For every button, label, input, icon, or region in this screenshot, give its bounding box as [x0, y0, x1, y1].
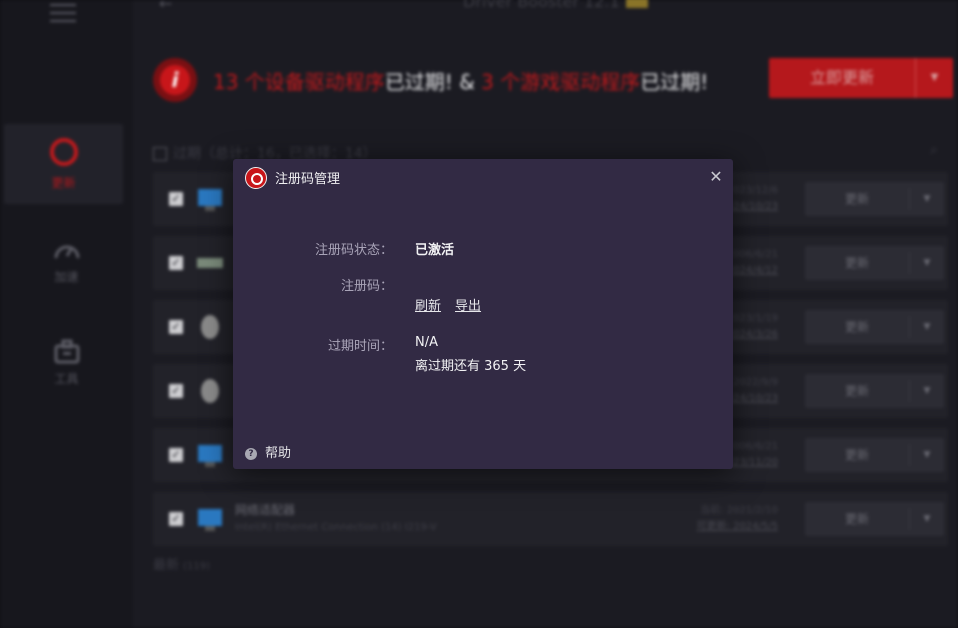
- expire-value: N/A: [415, 335, 438, 350]
- update-icon: [49, 138, 78, 166]
- update-button[interactable]: 更新 ▼: [805, 438, 944, 472]
- select-all-checkbox[interactable]: [153, 147, 167, 161]
- update-button[interactable]: 更新 ▼: [805, 310, 944, 344]
- sidebar-item-label: 加速: [54, 270, 79, 284]
- sidebar-item-label: 更新: [51, 176, 76, 190]
- app-title: Driver Booster 12.1: [463, 0, 648, 11]
- update-button[interactable]: 更新 ▼: [805, 374, 944, 408]
- chevron-down-icon[interactable]: ▼: [910, 182, 944, 216]
- refresh-link[interactable]: 刷新: [415, 299, 441, 314]
- network-adapter-icon: [198, 509, 222, 531]
- mouse-icon: [201, 315, 219, 339]
- device-name: 网络适配器: [235, 503, 296, 517]
- latest-section-header: 最新 (119): [153, 558, 211, 573]
- monitor-icon: [198, 189, 222, 211]
- sidebar-item-update[interactable]: 更新: [4, 124, 123, 204]
- expire-label: 过期时间：: [327, 339, 393, 354]
- mouse-icon: [201, 379, 219, 403]
- back-arrow-icon[interactable]: ←: [159, 0, 172, 13]
- row-checkbox[interactable]: ✓: [169, 448, 183, 462]
- row-checkbox[interactable]: ✓: [169, 256, 183, 270]
- dialog-title: 注册码管理: [275, 172, 341, 187]
- sidebar: 更新 加速 工具: [0, 0, 133, 628]
- sidebar-item-label: 工具: [54, 372, 79, 386]
- row-checkbox[interactable]: ✓: [169, 192, 183, 206]
- outdated-banner: i 13 个设备驱动程序已过期! & 3 个游戏驱动程序已过期! 立即更新 ▼: [153, 58, 953, 102]
- driver-dates: 2006/6/21 2024/4/12: [727, 247, 778, 279]
- warning-icon: i: [153, 58, 197, 102]
- update-button[interactable]: 更新 ▼: [805, 246, 944, 280]
- status-label: 注册码状态：: [314, 243, 393, 258]
- device-desc: Intel(R) Ethernet Connection (14) I219-V: [235, 522, 437, 533]
- available-date-link[interactable]: 可更新: 2024/5/5: [697, 519, 778, 535]
- status-value: 已激活: [415, 243, 455, 258]
- sidebar-item-tools[interactable]: 工具: [0, 338, 133, 387]
- banner-text: 13 个设备驱动程序已过期! & 3 个游戏驱动程序已过期!: [213, 70, 709, 94]
- speedometer-icon: [54, 245, 79, 259]
- toolbox-icon: [54, 339, 79, 364]
- sidebar-item-speed[interactable]: 加速: [0, 238, 133, 285]
- title-bar: ← Driver Booster 12.1: [133, 0, 958, 20]
- row-checkbox[interactable]: ✓: [169, 384, 183, 398]
- update-button[interactable]: 更新 ▼: [805, 182, 944, 216]
- table-row: ✓ 网络适配器 Intel(R) Ethernet Connection (14) …: [153, 492, 948, 546]
- row-checkbox[interactable]: ✓: [169, 512, 183, 526]
- chevron-down-icon[interactable]: ▼: [910, 246, 944, 280]
- driver-dates: 2023/1/19 2024/3/26: [727, 311, 778, 343]
- chevron-down-icon[interactable]: ▼: [910, 438, 944, 472]
- code-actions: 刷新 导出: [415, 295, 495, 314]
- export-link[interactable]: 导出: [455, 299, 481, 314]
- chevron-down-icon[interactable]: ▼: [910, 374, 944, 408]
- row-checkbox[interactable]: ✓: [169, 320, 183, 334]
- update-button[interactable]: 更新 ▼: [805, 502, 944, 536]
- registration-dialog: 注册码管理 ✕ 注册码状态： 已激活 注册码： 刷新 导出 过期时间： N/A 离…: [233, 159, 733, 469]
- drive-icon: [197, 258, 223, 268]
- help-link[interactable]: ? 帮助: [245, 442, 291, 461]
- driver-dates: 当前: 2021/2/10 可更新: 2024/5/5: [697, 503, 778, 535]
- available-date-link[interactable]: 2024/3/26: [727, 327, 778, 343]
- chevron-down-icon[interactable]: ▼: [910, 310, 944, 344]
- search-icon[interactable]: ⌕: [930, 142, 938, 158]
- crown-icon: [625, 0, 648, 8]
- display-icon: [198, 445, 222, 467]
- chevron-down-icon[interactable]: ▼: [910, 502, 944, 536]
- available-date-link[interactable]: 2024/4/12: [727, 263, 778, 279]
- close-icon[interactable]: ✕: [705, 166, 727, 188]
- hamburger-menu-icon[interactable]: [50, 4, 76, 24]
- days-left: 离过期还有 365 天: [415, 359, 527, 374]
- app-logo-icon: [245, 167, 267, 189]
- help-icon: ?: [245, 448, 257, 460]
- update-all-button[interactable]: 立即更新 ▼: [769, 58, 953, 98]
- chevron-down-icon[interactable]: ▼: [916, 58, 953, 98]
- code-label: 注册码：: [340, 279, 393, 294]
